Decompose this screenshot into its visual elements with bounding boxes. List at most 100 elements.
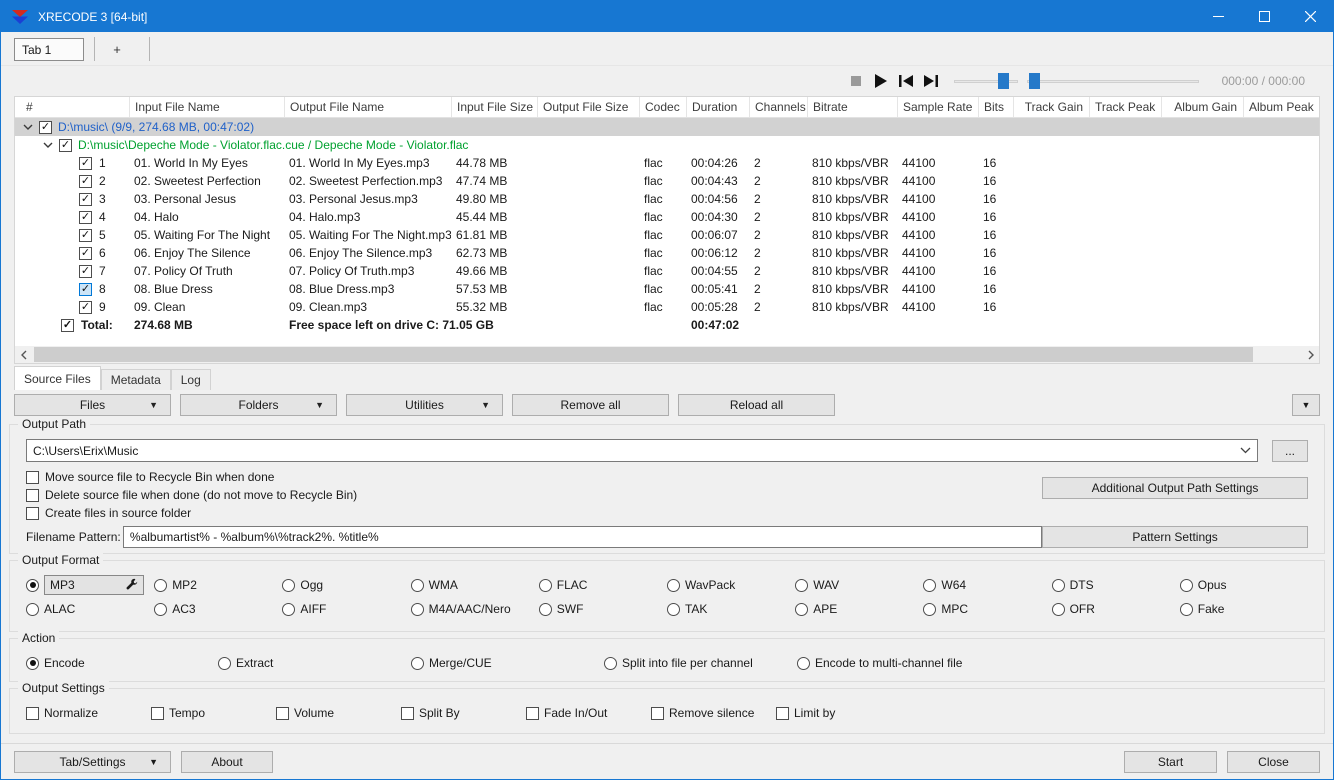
radio-unselected[interactable]	[154, 578, 168, 592]
next-track-button[interactable]	[923, 73, 939, 89]
track-row[interactable]: ✓ 8 08. Blue Dress 08. Blue Dress.mp3 57.53 …	[15, 280, 1319, 298]
column-header-bitrate[interactable]: Bitrate	[807, 97, 897, 117]
volume-slider[interactable]	[953, 72, 1018, 90]
output-path-input[interactable]: C:\Users\Erix\Music	[26, 439, 1258, 462]
setting-option-fade-in-out[interactable]: Fade In/Out	[526, 703, 651, 723]
pattern-settings-button[interactable]: Pattern Settings	[1042, 526, 1308, 548]
stop-button[interactable]	[848, 73, 864, 89]
track-row[interactable]: ✓ 4 04. Halo 04. Halo.mp3 45.44 MB flac 00:04:…	[15, 208, 1319, 226]
folders-button[interactable]: Folders ▼	[180, 394, 337, 416]
track-checkbox[interactable]: ✓	[79, 264, 92, 278]
tab-1[interactable]: Tab 1	[14, 38, 84, 61]
column-header-track-peak[interactable]: Track Peak	[1089, 97, 1161, 117]
format-option-wav[interactable]: WAV	[795, 575, 923, 595]
column-header-channels[interactable]: Channels	[749, 97, 807, 117]
utilities-button[interactable]: Utilities ▼	[346, 394, 503, 416]
previous-track-button[interactable]	[898, 73, 914, 89]
radio-unselected[interactable]	[923, 602, 937, 616]
action-option-encode-to-multi-channel-file[interactable]: Encode to multi-channel file	[797, 653, 1308, 673]
format-option-dts[interactable]: DTS	[1051, 575, 1180, 595]
volume-slider-thumb[interactable]	[997, 73, 1009, 89]
format-option-flac[interactable]: FLAC	[538, 575, 667, 595]
radio-unselected[interactable]	[538, 578, 552, 592]
chevron-down-icon[interactable]: ▼	[481, 400, 490, 410]
radio-unselected[interactable]	[666, 602, 680, 616]
format-option-ogg[interactable]: Ogg	[282, 575, 410, 595]
checkbox-unchecked[interactable]	[26, 706, 39, 720]
about-button[interactable]: About	[181, 750, 273, 773]
column-header-input-file-name[interactable]: Input File Name	[129, 97, 284, 117]
track-row[interactable]: ✓ 6 06. Enjoy The Silence 06. Enjoy The Sil…	[15, 244, 1319, 262]
format-option-alac[interactable]: ALAC	[26, 599, 154, 619]
radio-unselected[interactable]	[1051, 578, 1065, 592]
track-row[interactable]: ✓ 1 01. World In My Eyes 01. World In My Ey…	[15, 154, 1319, 172]
setting-option-split-by[interactable]: Split By	[401, 703, 526, 723]
track-checkbox[interactable]: ✓	[79, 210, 92, 224]
folder-checkbox[interactable]: ✓	[39, 120, 52, 134]
column-header-output-file-name[interactable]: Output File Name	[284, 97, 451, 117]
setting-option-normalize[interactable]: Normalize	[26, 703, 151, 723]
format-option-ac3[interactable]: AC3	[154, 599, 282, 619]
horizontal-scrollbar[interactable]	[15, 346, 1319, 363]
track-checkbox[interactable]: ✓	[79, 228, 92, 242]
track-checkbox[interactable]: ✓	[79, 300, 92, 314]
tab-settings-button[interactable]: Tab/Settings ▼	[14, 750, 171, 773]
radio-unselected[interactable]	[26, 602, 39, 616]
radio-unselected[interactable]	[604, 656, 617, 670]
action-option-extract[interactable]: Extract	[218, 653, 411, 673]
column-header-track-gain[interactable]: Track Gain	[1013, 97, 1089, 117]
column-header-album-gain[interactable]: Album Gain	[1161, 97, 1243, 117]
close-window-button[interactable]	[1287, 1, 1333, 32]
tab-log[interactable]: Log	[170, 369, 211, 390]
chevron-down-icon[interactable]: ▼	[149, 757, 158, 767]
column-header-input-file-size[interactable]: Input File Size	[451, 97, 537, 117]
chevron-down-icon[interactable]: ▼	[149, 400, 158, 410]
format-option-m4a-aac-nero[interactable]: M4A/AAC/Nero	[410, 599, 539, 619]
format-option-tak[interactable]: TAK	[666, 599, 795, 619]
radio-unselected[interactable]	[1179, 578, 1193, 592]
add-tab-button[interactable]: +	[95, 37, 139, 61]
checkbox-unchecked[interactable]	[276, 706, 289, 720]
action-option-split-into-file-per-channel[interactable]: Split into file per channel	[604, 653, 797, 673]
radio-selected[interactable]	[26, 656, 39, 670]
action-option-encode[interactable]: Encode	[26, 653, 218, 673]
radio-unselected[interactable]	[218, 656, 231, 670]
track-row[interactable]: ✓ 2 02. Sweetest Perfection 02. Sweetest Pe…	[15, 172, 1319, 190]
track-checkbox[interactable]: ✓	[79, 174, 92, 188]
radio-unselected[interactable]	[538, 602, 552, 616]
source-folder-row[interactable]: ✓ D:\music\ (9/9, 274.68 MB, 00:47:02)	[15, 118, 1319, 136]
radio-unselected[interactable]	[795, 602, 809, 616]
format-option-wavpack[interactable]: WavPack	[666, 575, 795, 595]
track-row[interactable]: ✓ 5 05. Waiting For The Night 05. Waiting F…	[15, 226, 1319, 244]
radio-unselected[interactable]	[1051, 602, 1065, 616]
radio-unselected[interactable]	[282, 578, 296, 592]
track-row[interactable]: ✓ 3 03. Personal Jesus 03. Personal Jesus.m…	[15, 190, 1319, 208]
filename-pattern-input[interactable]: %albumartist% - %album%\%track2%. %title…	[122, 526, 1043, 548]
seek-slider[interactable]	[1026, 72, 1199, 90]
setting-option-volume[interactable]: Volume	[276, 703, 401, 723]
radio-selected[interactable]	[26, 578, 39, 592]
format-option-ape[interactable]: APE	[795, 599, 923, 619]
radio-unselected[interactable]	[666, 578, 680, 592]
format-option-opus[interactable]: Opus	[1179, 575, 1308, 595]
radio-unselected[interactable]	[795, 578, 809, 592]
maximize-button[interactable]	[1241, 1, 1287, 32]
output-path-option[interactable]: Create files in source folder	[26, 504, 1308, 522]
setting-option-limit-by[interactable]: Limit by	[776, 703, 901, 723]
checkbox-unchecked[interactable]	[26, 488, 39, 502]
column-header--[interactable]: #	[15, 97, 129, 117]
column-header-output-file-size[interactable]: Output File Size	[537, 97, 639, 117]
radio-unselected[interactable]	[282, 602, 296, 616]
remove-all-button[interactable]: Remove all	[512, 394, 669, 416]
column-header-bits[interactable]: Bits	[978, 97, 1013, 117]
scrollbar-thumb[interactable]	[34, 347, 1254, 362]
checkbox-unchecked[interactable]	[526, 706, 539, 720]
column-header-album-peak[interactable]: Album Peak	[1243, 97, 1319, 117]
format-option-w64[interactable]: W64	[923, 575, 1051, 595]
play-button[interactable]	[873, 73, 889, 89]
format-option-mpc[interactable]: MPC	[923, 599, 1051, 619]
checkbox-unchecked[interactable]	[26, 470, 39, 484]
start-button[interactable]: Start	[1124, 750, 1217, 773]
format-option-fake[interactable]: Fake	[1179, 599, 1308, 619]
track-checkbox[interactable]: ✓	[79, 246, 92, 260]
